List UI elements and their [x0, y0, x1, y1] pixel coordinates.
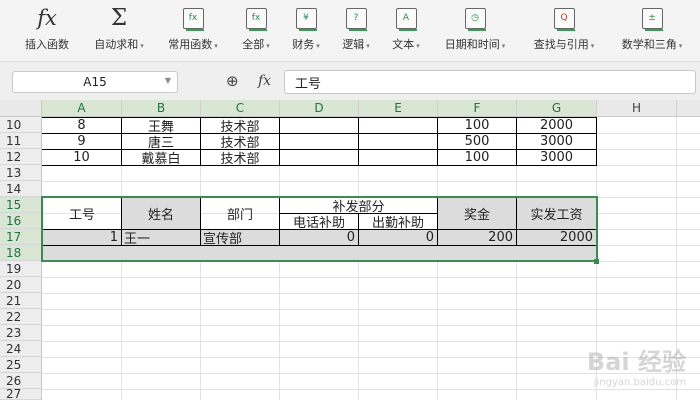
row-header-18[interactable]: 18: [0, 245, 42, 261]
cell-g10[interactable]: 2000: [517, 117, 596, 133]
row-header-22[interactable]: 22: [0, 309, 42, 325]
row-header-10[interactable]: 10: [0, 117, 42, 133]
lookup-icon: Q: [553, 7, 575, 31]
cell-c11[interactable]: 技术部: [201, 133, 279, 150]
text-a-icon: A: [395, 7, 417, 31]
formula-input[interactable]: 工号: [284, 70, 696, 94]
cell-c17[interactable]: 宣传部: [201, 229, 279, 246]
cell-a12[interactable]: 10: [42, 149, 121, 165]
row-header-17[interactable]: 17: [0, 229, 42, 245]
cell-c10[interactable]: 技术部: [201, 117, 279, 134]
column-header-d[interactable]: D: [280, 100, 359, 117]
autosum-button[interactable]: Σ 自动求和 ▾: [86, 4, 152, 58]
datetime-button[interactable]: ◷ 日期和时间 ▾: [436, 4, 514, 58]
formula-bar: A15 ▼ ⊕ fx 工号: [0, 62, 700, 100]
cell-d17[interactable]: 0: [280, 229, 358, 245]
zoom-icon[interactable]: ⊕: [226, 72, 239, 90]
watermark: Bai 经验 jingyan.baidu.com: [586, 348, 686, 388]
row-header-20[interactable]: 20: [0, 277, 42, 293]
select-all-corner[interactable]: [0, 100, 42, 117]
row-header-13[interactable]: 13: [0, 165, 42, 181]
column-header-next: [677, 100, 700, 117]
row-header-15[interactable]: 15: [0, 197, 42, 213]
row-header-14[interactable]: 14: [0, 181, 42, 197]
row-header-19[interactable]: 19: [0, 261, 42, 277]
header-phone-subsidy[interactable]: 电话补助: [280, 213, 358, 230]
cell-f12[interactable]: 100: [438, 149, 516, 165]
all-functions-icon: fx: [245, 7, 267, 31]
chevron-down-icon: ▼: [164, 76, 171, 85]
cell-f10[interactable]: 100: [438, 117, 516, 133]
row-header-24[interactable]: 24: [0, 341, 42, 357]
row-header-25[interactable]: 25: [0, 357, 42, 373]
column-header-h[interactable]: H: [597, 100, 677, 117]
fill-handle[interactable]: [594, 259, 599, 264]
column-header-a[interactable]: A: [42, 100, 122, 117]
header-attendance-subsidy[interactable]: 出勤补助: [359, 213, 437, 230]
cell-a17[interactable]: 1: [42, 229, 121, 245]
cell-b17[interactable]: 王一: [122, 229, 200, 246]
question-icon: ?: [345, 7, 367, 31]
sigma-icon: Σ: [110, 5, 128, 31]
header-subsidy-group[interactable]: 补发部分: [280, 198, 437, 213]
yen-icon: ¥: [295, 7, 317, 31]
header-bonus[interactable]: 奖金: [438, 198, 516, 229]
common-functions-button[interactable]: fx 常用函数 ▾: [160, 4, 226, 58]
cell-b11[interactable]: 唐三: [122, 133, 200, 150]
column-header-f[interactable]: F: [438, 100, 517, 117]
column-header-b[interactable]: B: [122, 100, 201, 117]
common-functions-icon: fx: [182, 7, 204, 31]
math-icon: ±: [641, 7, 663, 31]
cell-e17[interactable]: 0: [359, 229, 437, 245]
fx-icon[interactable]: fx: [258, 73, 271, 89]
cell-g12[interactable]: 3000: [517, 149, 596, 165]
cell-g11[interactable]: 3000: [517, 133, 596, 149]
lookup-button[interactable]: Q 查找与引用 ▾: [524, 4, 604, 58]
row-header-27[interactable]: 27: [0, 387, 42, 401]
cell-f11[interactable]: 500: [438, 133, 516, 149]
row-header-12[interactable]: 12: [0, 149, 42, 165]
column-header-g[interactable]: G: [517, 100, 597, 117]
name-box[interactable]: A15 ▼: [12, 71, 178, 93]
row-header-21[interactable]: 21: [0, 293, 42, 309]
cell-f17[interactable]: 200: [438, 229, 516, 245]
fx-icon: fx: [37, 6, 57, 30]
logical-button[interactable]: ? 逻辑 ▾: [336, 4, 376, 58]
row-header-16[interactable]: 16: [0, 213, 42, 229]
header-id[interactable]: 工号: [43, 198, 121, 229]
row-header-11[interactable]: 11: [0, 133, 42, 149]
function-ribbon: fx 插入函数 Σ 自动求和 ▾ fx 常用函数 ▾ fx 全部 ▾ ¥ 财务 ▾ ? …: [0, 0, 700, 62]
math-button[interactable]: ± 数学和三角 ▾: [612, 4, 692, 58]
column-header-c[interactable]: C: [201, 100, 280, 117]
cell-c12[interactable]: 技术部: [201, 149, 279, 166]
cell-a11[interactable]: 9: [42, 133, 121, 149]
all-functions-button[interactable]: fx 全部 ▾: [236, 4, 276, 58]
cell-b10[interactable]: 王舞: [122, 117, 200, 134]
header-dept[interactable]: 部门: [201, 198, 279, 229]
cell-a10[interactable]: 8: [42, 117, 121, 133]
financial-button[interactable]: ¥ 财务 ▾: [286, 4, 326, 58]
cell-g17[interactable]: 2000: [517, 229, 596, 245]
header-salary[interactable]: 实发工资: [517, 198, 596, 229]
cell-b12[interactable]: 戴慕白: [122, 149, 200, 166]
clock-icon: ◷: [464, 7, 486, 31]
row-header-23[interactable]: 23: [0, 325, 42, 341]
header-name[interactable]: 姓名: [122, 198, 200, 229]
insert-function-button[interactable]: fx 插入函数: [18, 4, 76, 58]
text-button[interactable]: A 文本 ▾: [386, 4, 426, 58]
column-header-e[interactable]: E: [359, 100, 438, 117]
spreadsheet-grid: A B C D E F G H 10 11 12 13 14 15 16 17 …: [0, 100, 700, 401]
